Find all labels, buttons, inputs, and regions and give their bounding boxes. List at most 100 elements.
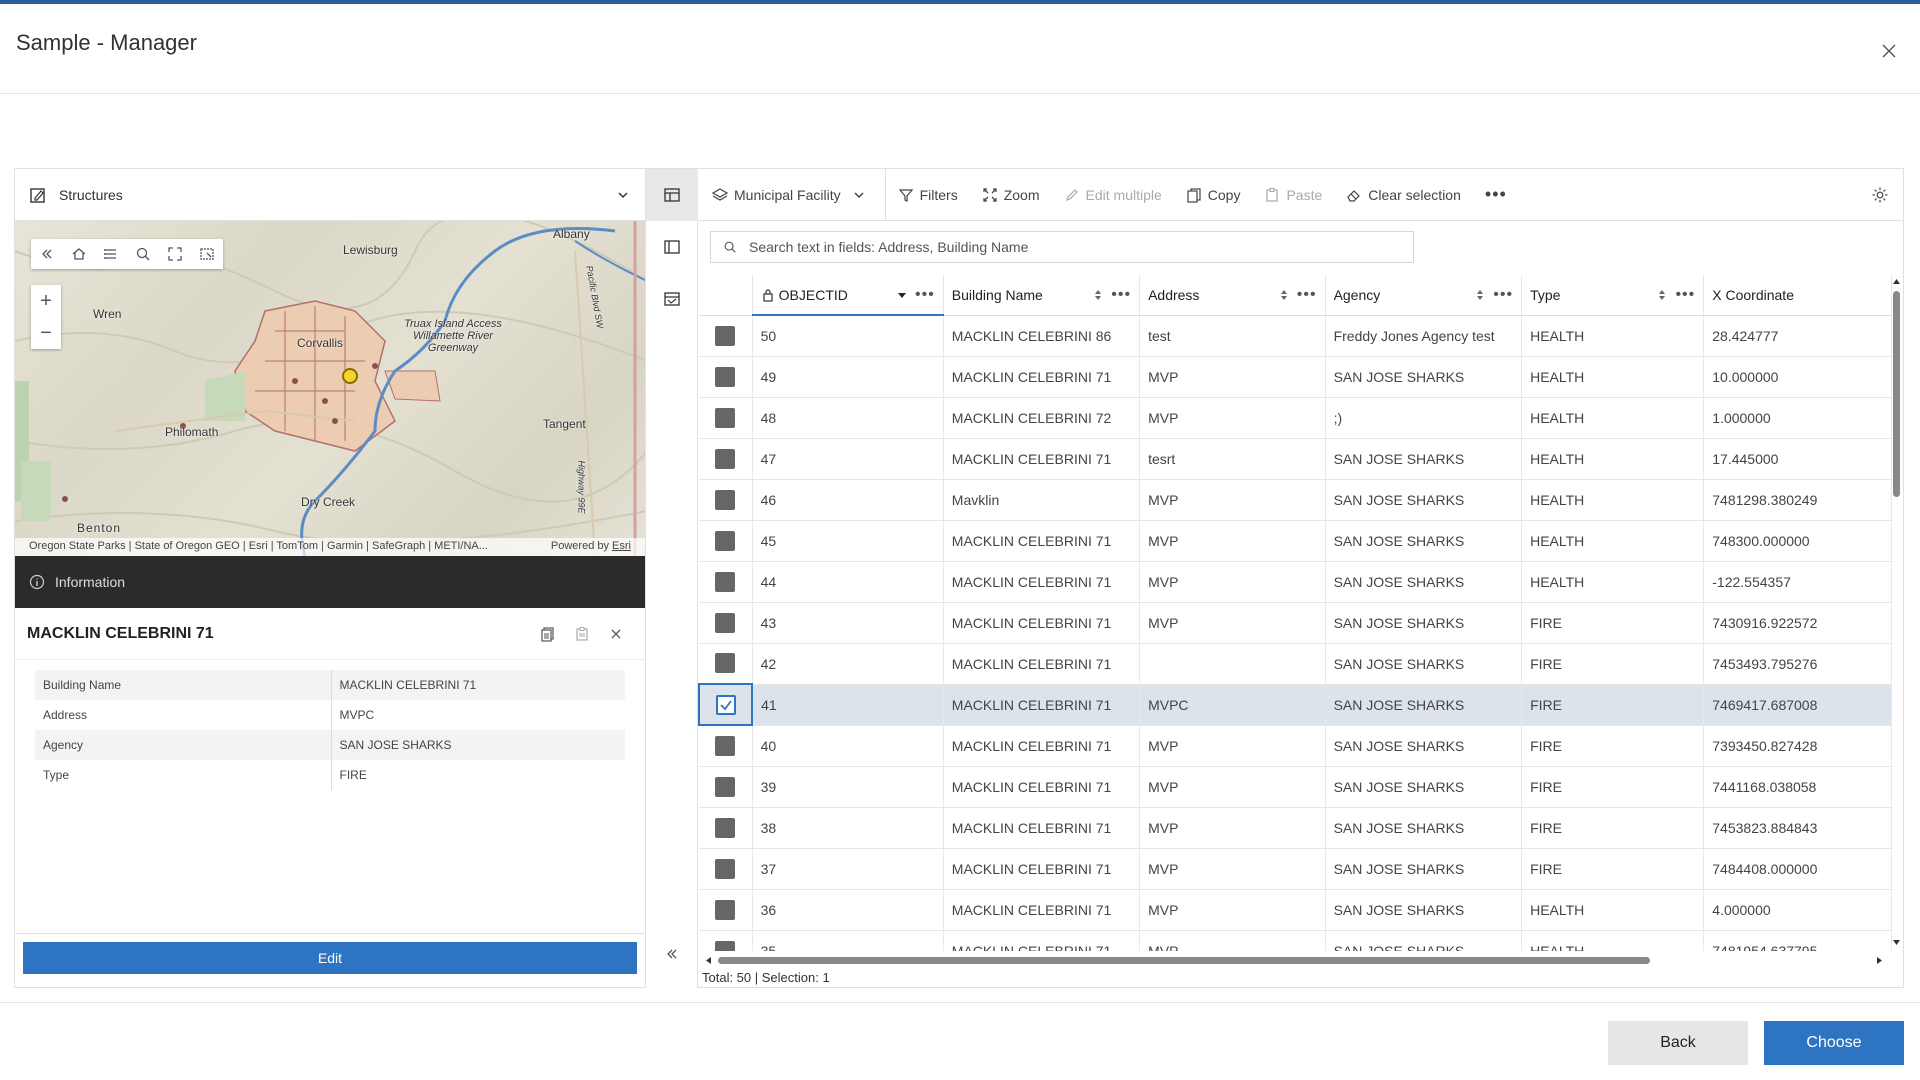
- table-row[interactable]: 46 Mavklin MVP SAN JOSE SHARKS HEALTH 7481298…: [699, 479, 1892, 521]
- table-row[interactable]: 45 MACKLIN CELEBRINI 71 MVP SAN JOSE SHARKS…: [699, 520, 1892, 562]
- column-menu-icon[interactable]: •••: [915, 286, 935, 304]
- table-view-icon[interactable]: [646, 169, 698, 221]
- back-button[interactable]: Back: [1608, 1021, 1748, 1065]
- copy-feature-icon[interactable]: [531, 617, 565, 651]
- scroll-down-icon[interactable]: [1892, 939, 1901, 947]
- table-row[interactable]: 42 MACKLIN CELEBRINI 71 SAN JOSE SHARKS FIR…: [699, 643, 1892, 685]
- row-checkbox[interactable]: [715, 694, 736, 715]
- sort-descending-icon[interactable]: [895, 288, 909, 302]
- row-checkbox[interactable]: [715, 407, 736, 428]
- map-label-greenway: Truax Island Access Willamette River Gre…: [404, 318, 502, 354]
- clear-selection-button[interactable]: Clear selection: [1346, 187, 1461, 203]
- map-view[interactable]: + − Lewisburg Albany Wren Corvallis Phil…: [15, 221, 645, 556]
- copy-button[interactable]: Copy: [1186, 187, 1240, 203]
- zoom-out-icon[interactable]: −: [31, 317, 61, 349]
- scroll-right-icon[interactable]: [1876, 956, 1884, 965]
- sort-icon[interactable]: [1473, 288, 1487, 302]
- column-menu-icon[interactable]: •••: [1675, 286, 1695, 304]
- map-label-highway: Highway 99E: [576, 460, 587, 514]
- layer-dropdown[interactable]: Municipal Facility: [712, 168, 886, 221]
- select-area-icon[interactable]: [191, 239, 223, 269]
- column-menu-icon[interactable]: •••: [1493, 286, 1513, 304]
- table-row[interactable]: 48 MACKLIN CELEBRINI 72 MVP;) HEALTH 1.00000…: [699, 397, 1892, 439]
- row-select-cell: [699, 397, 753, 439]
- table-cell: SAN JOSE SHARKS: [1325, 725, 1523, 767]
- row-checkbox[interactable]: [715, 325, 736, 346]
- table-row[interactable]: 40 MACKLIN CELEBRINI 71 MVP SAN JOSE SHARKS…: [699, 725, 1892, 767]
- table-row[interactable]: 47 MACKLIN CELEBRINI 71 tesrt SAN JOSE SHAR…: [699, 438, 1892, 480]
- paste-feature-icon[interactable]: [565, 617, 599, 651]
- row-checkbox[interactable]: [715, 366, 736, 387]
- column-menu-icon[interactable]: •••: [1111, 286, 1131, 304]
- table-row[interactable]: 37 MACKLIN CELEBRINI 71 MVP SAN JOSE SHARKS…: [699, 848, 1892, 890]
- row-checkbox[interactable]: [715, 899, 736, 920]
- row-checkbox[interactable]: [715, 489, 736, 510]
- column-menu-icon[interactable]: •••: [1297, 286, 1317, 304]
- table-cell: MACKLIN CELEBRINI 86: [943, 315, 1141, 357]
- horizontal-scroll-thumb[interactable]: [718, 957, 1650, 964]
- zoom-in-icon[interactable]: +: [31, 285, 61, 317]
- close-feature-icon[interactable]: [599, 617, 633, 651]
- row-checkbox[interactable]: [715, 530, 736, 551]
- table-row[interactable]: 36 MACKLIN CELEBRINI 71 MVP SAN JOSE SHARKS…: [699, 889, 1892, 931]
- row-checkbox[interactable]: [715, 448, 736, 469]
- sort-icon[interactable]: [1277, 288, 1291, 302]
- esri-link[interactable]: Esri: [612, 540, 631, 552]
- column-header-agency[interactable]: Agency •••: [1325, 275, 1523, 316]
- close-icon[interactable]: [1878, 40, 1900, 62]
- collapse-left-icon[interactable]: [31, 239, 63, 269]
- scroll-left-icon[interactable]: [704, 956, 712, 965]
- table-row[interactable]: 43 MACKLIN CELEBRINI 71 MVP SAN JOSE SHARKS…: [699, 602, 1892, 644]
- filters-button[interactable]: Filters: [898, 187, 958, 203]
- scroll-up-icon[interactable]: [1892, 277, 1901, 285]
- home-icon[interactable]: [63, 239, 95, 269]
- vertical-scroll-thumb[interactable]: [1893, 291, 1900, 497]
- gear-icon[interactable]: [1871, 186, 1889, 204]
- row-checkbox[interactable]: [715, 858, 736, 879]
- row-checkbox[interactable]: [715, 817, 736, 838]
- table-cell: MACKLIN CELEBRINI 71: [943, 520, 1141, 562]
- horizontal-scrollbar[interactable]: [704, 955, 1884, 965]
- list-icon[interactable]: [95, 239, 127, 269]
- table-cell: SAN JOSE SHARKS: [1325, 684, 1523, 726]
- row-checkbox[interactable]: [715, 571, 736, 592]
- table-row[interactable]: 38 MACKLIN CELEBRINI 71 MVP SAN JOSE SHARKS…: [699, 807, 1892, 849]
- map-table-view-icon[interactable]: [646, 273, 698, 325]
- panel-view-icon[interactable]: [646, 221, 698, 273]
- column-header-objectid[interactable]: OBJECTID •••: [752, 275, 944, 316]
- column-header-address[interactable]: Address •••: [1139, 275, 1326, 316]
- information-bar[interactable]: Information: [15, 556, 645, 608]
- table-cell: 4.000000: [1703, 889, 1892, 931]
- column-header-building-name[interactable]: Building Name •••: [943, 275, 1141, 316]
- search-input[interactable]: [749, 239, 1389, 255]
- table-cell: 7481954.637795: [1703, 930, 1892, 951]
- sort-icon[interactable]: [1655, 288, 1669, 302]
- more-options-icon[interactable]: •••: [1485, 184, 1507, 205]
- column-header-type[interactable]: Type •••: [1521, 275, 1705, 316]
- choose-button[interactable]: Choose: [1764, 1021, 1904, 1065]
- sort-icon[interactable]: [1091, 288, 1105, 302]
- paste-button[interactable]: Paste: [1264, 187, 1322, 203]
- search-icon[interactable]: [127, 239, 159, 269]
- zoom-button[interactable]: Zoom: [982, 187, 1040, 203]
- table-row[interactable]: 49 MACKLIN CELEBRINI 71 MVP SAN JOSE SHARKS…: [699, 356, 1892, 398]
- row-checkbox[interactable]: [715, 940, 736, 951]
- attribute-label: Address: [35, 700, 332, 730]
- table-row[interactable]: 41 MACKLIN CELEBRINI 71 MVPC SAN JOSE SHARK…: [698, 683, 1892, 726]
- column-header-x-coordinate[interactable]: X Coordinate: [1703, 275, 1892, 316]
- table-row[interactable]: 50 MACKLIN CELEBRINI 86 test Freddy Jones A…: [699, 315, 1892, 357]
- edit-multiple-button[interactable]: Edit multiple: [1064, 187, 1162, 203]
- fullscreen-icon[interactable]: [159, 239, 191, 269]
- collapse-panel-icon[interactable]: [646, 939, 698, 969]
- row-checkbox[interactable]: [715, 653, 736, 674]
- edit-button[interactable]: Edit: [23, 942, 637, 974]
- row-checkbox[interactable]: [715, 735, 736, 756]
- table-row[interactable]: 39 MACKLIN CELEBRINI 71 MVP SAN JOSE SHARKS…: [699, 766, 1892, 808]
- vertical-scrollbar[interactable]: [1891, 277, 1901, 947]
- table-row[interactable]: 44 MACKLIN CELEBRINI 71 MVP SAN JOSE SHARKS…: [699, 561, 1892, 603]
- table-cell: HEALTH: [1521, 397, 1705, 439]
- layer-selector[interactable]: Structures: [15, 169, 645, 221]
- row-checkbox[interactable]: [715, 776, 736, 797]
- row-checkbox[interactable]: [715, 612, 736, 633]
- table-row[interactable]: 35 MACKLIN CELEBRINI 71 MVP SAN JOSE SHARKS…: [699, 930, 1892, 951]
